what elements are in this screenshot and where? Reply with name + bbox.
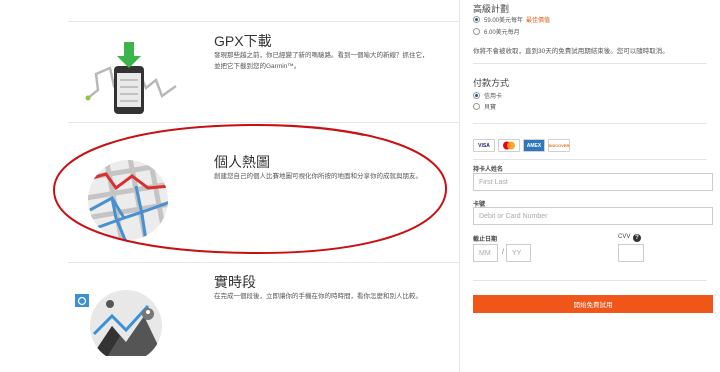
- payment-option-paypal[interactable]: 貝寶: [473, 102, 496, 111]
- checkout-panel: 高級計劃 59.00美元每年 最佳價值 6.00美元每月 你將不會被收取，直到3…: [460, 0, 720, 372]
- cvv-label: CVV: [618, 234, 631, 240]
- divider: [473, 63, 707, 64]
- cvv-input[interactable]: [618, 244, 644, 262]
- visa-icon: VISA: [473, 139, 495, 152]
- cardholder-name-label: 持卡人姓名: [473, 167, 504, 173]
- plan-option-yearly[interactable]: 59.00美元每年 最佳價值: [473, 15, 550, 24]
- divider: [473, 159, 707, 160]
- amex-icon: AMEX: [523, 139, 545, 152]
- discover-icon: DISCOVER: [548, 139, 570, 152]
- card-logos: VISA AMEX DISCOVER: [473, 139, 570, 152]
- payment-option-label: 信用卡: [484, 94, 503, 100]
- feature-title: GPX下載: [214, 33, 272, 49]
- plan-option-label: 59.00美元每年: [484, 18, 524, 24]
- radio-button[interactable]: [473, 103, 480, 110]
- feature-desc: 在完成一個段後，立即讓你的手機在你的時時間，看你怎麼和別人比較。: [214, 293, 422, 300]
- expiry-year-input[interactable]: YY: [506, 244, 531, 262]
- expiry-separator: /: [502, 249, 504, 256]
- expiry-month-input[interactable]: MM: [473, 244, 498, 262]
- trial-note: 你將不會被收取，直到30天的免費試用期結束後。您可以隨時取消。: [473, 48, 669, 55]
- divider: [473, 280, 707, 281]
- radio-button[interactable]: [473, 16, 480, 23]
- plan-option-monthly[interactable]: 6.00美元每月: [473, 27, 520, 36]
- divider: [68, 262, 460, 263]
- payment-title: 付款方式: [473, 78, 510, 88]
- plan-option-label: 6.00美元每月: [484, 30, 520, 36]
- mastercard-icon: [498, 139, 520, 152]
- expiry-label: 截止日期: [473, 237, 498, 243]
- gpx-device-icon: [85, 42, 177, 114]
- card-number-input[interactable]: Debit or Card Number: [473, 207, 713, 225]
- cardholder-name-input[interactable]: First Last: [473, 173, 713, 191]
- payment-option-credit-card[interactable]: 信用卡: [473, 91, 502, 100]
- best-value-badge: 最佳價值: [526, 18, 551, 24]
- feature-title: 實時段: [214, 274, 256, 290]
- radio-button[interactable]: [473, 28, 480, 35]
- plan-title: 高級計劃: [473, 4, 510, 14]
- divider: [68, 21, 460, 22]
- annotation-ellipse: [52, 123, 448, 255]
- payment-option-label: 貝寶: [484, 105, 497, 111]
- feature-desc: 發現那些越之前，你已經變了新的嗎驗路。看到一個喻大的新線？抓住它，並把它下載到您…: [214, 52, 429, 70]
- help-icon[interactable]: ?: [633, 234, 641, 242]
- live-segment-icon: [75, 290, 162, 356]
- features-panel: GPX下載 發現那些越之前，你已經變了新的嗎驗路。看到一個喻大的新線？抓住它，並…: [0, 0, 460, 372]
- radio-button[interactable]: [473, 92, 480, 99]
- start-free-trial-button[interactable]: 開始免費試用: [473, 295, 713, 313]
- divider: [473, 123, 707, 124]
